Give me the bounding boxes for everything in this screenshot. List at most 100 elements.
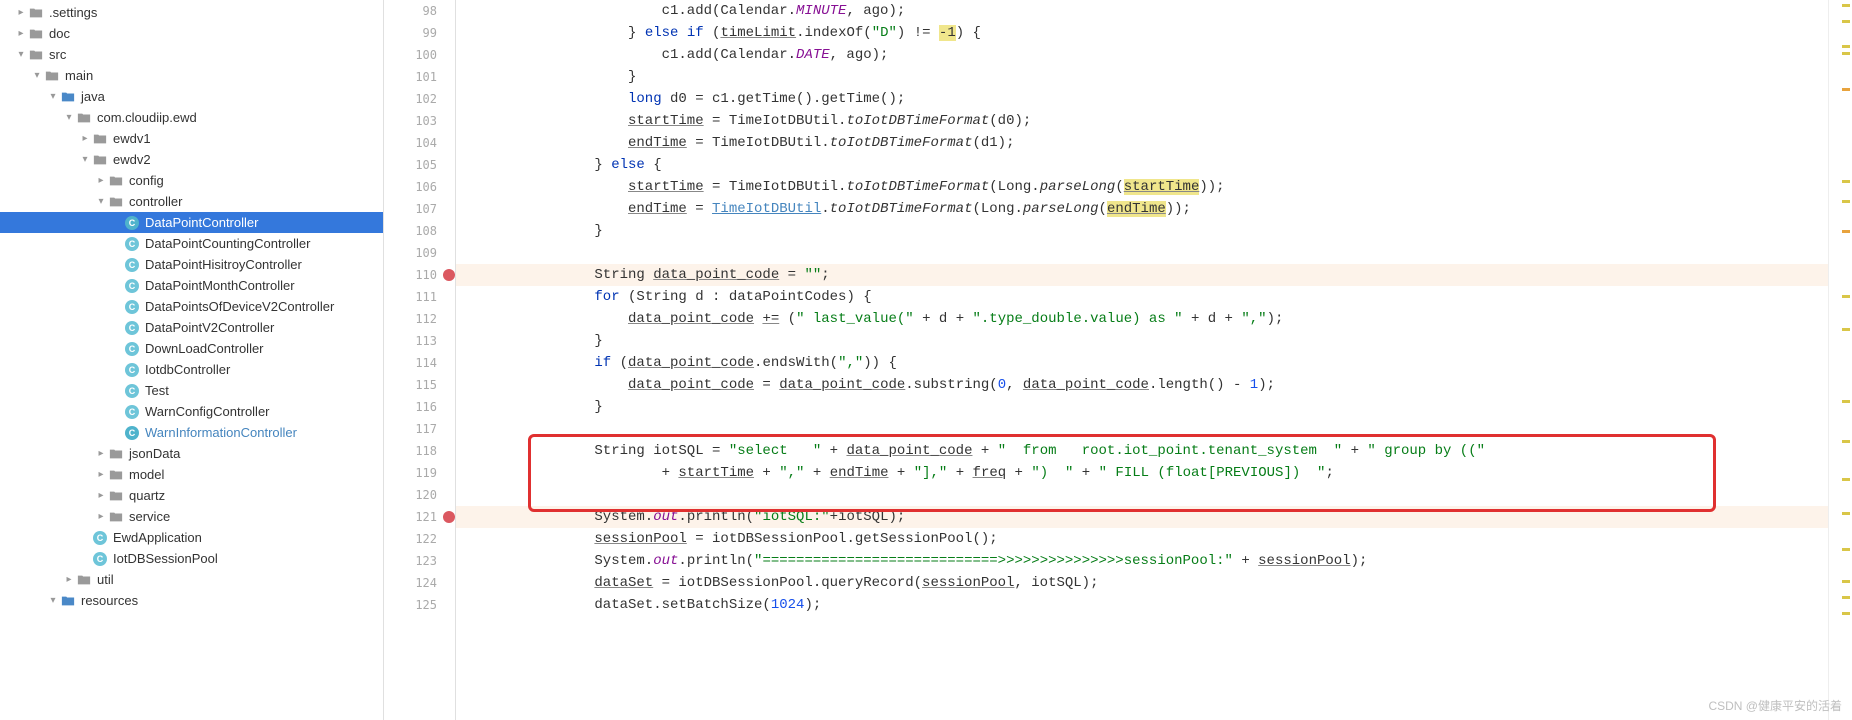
- line-number[interactable]: 114: [384, 352, 455, 374]
- minimap-mark[interactable]: [1842, 512, 1850, 515]
- line-number[interactable]: 99: [384, 22, 455, 44]
- minimap-mark[interactable]: [1842, 45, 1850, 48]
- chevron-right-icon[interactable]: ▸: [94, 174, 108, 188]
- minimap-mark[interactable]: [1842, 295, 1850, 298]
- chevron-down-icon[interactable]: ▾: [14, 48, 28, 62]
- tree-item-com-cloudiip-ewd[interactable]: ▾com.cloudiip.ewd: [0, 107, 383, 128]
- chevron-right-icon[interactable]: ▸: [94, 510, 108, 524]
- code-line[interactable]: [456, 418, 1828, 440]
- tree-item-datapointcontroller[interactable]: CDataPointController: [0, 212, 383, 233]
- line-number[interactable]: 100: [384, 44, 455, 66]
- tree-item-config[interactable]: ▸config: [0, 170, 383, 191]
- minimap-mark[interactable]: [1842, 4, 1850, 7]
- chevron-down-icon[interactable]: ▾: [78, 153, 92, 167]
- code-line[interactable]: if (data_point_code.endsWith(",")) {: [456, 352, 1828, 374]
- minimap-mark[interactable]: [1842, 180, 1850, 183]
- minimap-mark[interactable]: [1842, 328, 1850, 331]
- minimap-mark[interactable]: [1842, 596, 1850, 599]
- line-number[interactable]: 118: [384, 440, 455, 462]
- tree-item-quartz[interactable]: ▸quartz: [0, 485, 383, 506]
- code-line[interactable]: dataSet = iotDBSessionPool.queryRecord(s…: [456, 572, 1828, 594]
- tree-item-main[interactable]: ▾main: [0, 65, 383, 86]
- tree-item-model[interactable]: ▸model: [0, 464, 383, 485]
- code-line[interactable]: System.out.println("iotSQL:"+iotSQL);: [456, 506, 1828, 528]
- minimap-mark[interactable]: [1842, 580, 1850, 583]
- line-number[interactable]: 120: [384, 484, 455, 506]
- chevron-right-icon[interactable]: ▸: [14, 6, 28, 20]
- tree-item-iotdbcontroller[interactable]: CIotdbController: [0, 359, 383, 380]
- chevron-right-icon[interactable]: ▸: [14, 27, 28, 41]
- tree-item-util[interactable]: ▸util: [0, 569, 383, 590]
- code-line[interactable]: } else if (timeLimit.indexOf("D") != -1)…: [456, 22, 1828, 44]
- code-line[interactable]: endTime = TimeIotDBUtil.toIotDBTimeForma…: [456, 132, 1828, 154]
- chevron-right-icon[interactable]: ▸: [94, 489, 108, 503]
- code-line[interactable]: [456, 484, 1828, 506]
- minimap-mark[interactable]: [1842, 612, 1850, 615]
- code-editor[interactable]: c1.add(Calendar.MINUTE, ago);} else if (…: [456, 0, 1828, 720]
- line-number[interactable]: 124: [384, 572, 455, 594]
- line-number[interactable]: 117: [384, 418, 455, 440]
- minimap-mark[interactable]: [1842, 440, 1850, 443]
- line-number[interactable]: 103: [384, 110, 455, 132]
- code-line[interactable]: String iotSQL = "select " + data_point_c…: [456, 440, 1828, 462]
- chevron-down-icon[interactable]: ▾: [46, 90, 60, 104]
- tree-item-service[interactable]: ▸service: [0, 506, 383, 527]
- code-line[interactable]: c1.add(Calendar.DATE, ago);: [456, 44, 1828, 66]
- minimap-mark[interactable]: [1842, 88, 1850, 91]
- chevron-down-icon[interactable]: ▾: [30, 69, 44, 83]
- tree-item-warninformationcontroller[interactable]: CWarnInformationController: [0, 422, 383, 443]
- tree-item-ewdv2[interactable]: ▾ewdv2: [0, 149, 383, 170]
- line-number[interactable]: 125: [384, 594, 455, 616]
- code-line[interactable]: for (String d : dataPointCodes) {: [456, 286, 1828, 308]
- tree-item-src[interactable]: ▾src: [0, 44, 383, 65]
- code-line[interactable]: dataSet.setBatchSize(1024);: [456, 594, 1828, 616]
- line-number[interactable]: 98: [384, 0, 455, 22]
- tree-item-datapointmonthcontroller[interactable]: CDataPointMonthController: [0, 275, 383, 296]
- line-number[interactable]: 112: [384, 308, 455, 330]
- breakpoint-icon[interactable]: [443, 511, 455, 523]
- line-number[interactable]: 110: [384, 264, 455, 286]
- code-line[interactable]: [456, 242, 1828, 264]
- code-line[interactable]: sessionPool = iotDBSessionPool.getSessio…: [456, 528, 1828, 550]
- code-line[interactable]: data_point_code = data_point_code.substr…: [456, 374, 1828, 396]
- tree-item-controller[interactable]: ▾controller: [0, 191, 383, 212]
- line-number[interactable]: 104: [384, 132, 455, 154]
- chevron-down-icon[interactable]: ▾: [46, 594, 60, 608]
- chevron-down-icon[interactable]: ▾: [94, 195, 108, 209]
- code-line[interactable]: + startTime + "," + endTime + "]," + fre…: [456, 462, 1828, 484]
- line-number[interactable]: 111: [384, 286, 455, 308]
- minimap-mark[interactable]: [1842, 230, 1850, 233]
- tree-item-java[interactable]: ▾java: [0, 86, 383, 107]
- code-line[interactable]: System.out.println("====================…: [456, 550, 1828, 572]
- minimap-mark[interactable]: [1842, 400, 1850, 403]
- tree-item-iotdbsessionpool[interactable]: CIotDBSessionPool: [0, 548, 383, 569]
- line-number[interactable]: 113: [384, 330, 455, 352]
- minimap-mark[interactable]: [1842, 20, 1850, 23]
- minimap-mark[interactable]: [1842, 52, 1850, 55]
- code-line[interactable]: endTime = TimeIotDBUtil.toIotDBTimeForma…: [456, 198, 1828, 220]
- line-number[interactable]: 106: [384, 176, 455, 198]
- line-number[interactable]: 123: [384, 550, 455, 572]
- tree-item--settings[interactable]: ▸.settings: [0, 2, 383, 23]
- tree-item-ewdapplication[interactable]: CEwdApplication: [0, 527, 383, 548]
- tree-item-datapointhisitroycontroller[interactable]: CDataPointHisitroyController: [0, 254, 383, 275]
- tree-item-warnconfigcontroller[interactable]: CWarnConfigController: [0, 401, 383, 422]
- code-line[interactable]: startTime = TimeIotDBUtil.toIotDBTimeFor…: [456, 110, 1828, 132]
- code-line[interactable]: data_point_code += (" last_value(" + d +…: [456, 308, 1828, 330]
- code-line[interactable]: }: [456, 220, 1828, 242]
- line-number[interactable]: 121: [384, 506, 455, 528]
- code-line[interactable]: c1.add(Calendar.MINUTE, ago);: [456, 0, 1828, 22]
- tree-item-datapointsofdevicev2controller[interactable]: CDataPointsOfDeviceV2Controller: [0, 296, 383, 317]
- line-number[interactable]: 109: [384, 242, 455, 264]
- tree-item-jsondata[interactable]: ▸jsonData: [0, 443, 383, 464]
- chevron-right-icon[interactable]: ▸: [94, 468, 108, 482]
- code-line[interactable]: }: [456, 330, 1828, 352]
- minimap-mark[interactable]: [1842, 200, 1850, 203]
- tree-item-downloadcontroller[interactable]: CDownLoadController: [0, 338, 383, 359]
- tree-item-ewdv1[interactable]: ▸ewdv1: [0, 128, 383, 149]
- line-number[interactable]: 108: [384, 220, 455, 242]
- tree-item-doc[interactable]: ▸doc: [0, 23, 383, 44]
- breakpoint-icon[interactable]: [443, 269, 455, 281]
- line-number[interactable]: 101: [384, 66, 455, 88]
- line-number[interactable]: 102: [384, 88, 455, 110]
